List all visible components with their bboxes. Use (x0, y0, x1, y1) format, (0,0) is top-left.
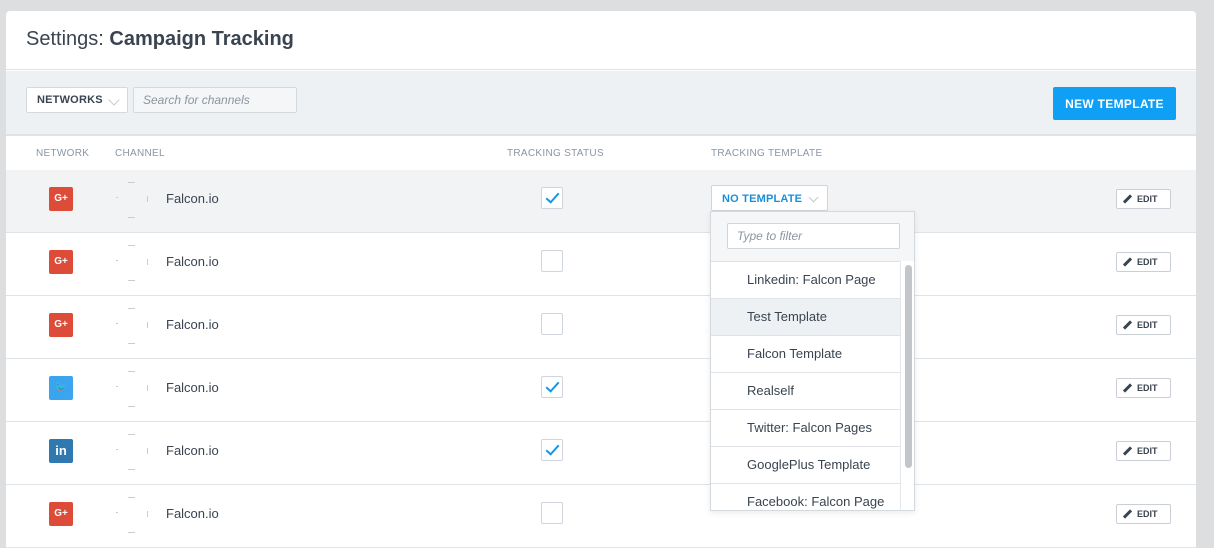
channel-avatar (116, 497, 148, 533)
tracking-status-checkbox[interactable] (541, 502, 563, 524)
google-plus-icon: G+ (49, 502, 73, 526)
channel-avatar (116, 245, 148, 281)
table-header: NETWORK CHANNEL TRACKING STATUS TRACKING… (6, 138, 1196, 170)
tracking-template-dropdown[interactable]: NO TEMPLATE (711, 185, 828, 211)
pencil-icon (1122, 320, 1133, 330)
template-option[interactable]: GooglePlus Template (711, 446, 900, 483)
template-option[interactable]: Linkedin: Falcon Page (711, 261, 900, 298)
page-title: Campaign Tracking (109, 28, 294, 50)
table-row: 🐦 Falcon.io EDIT (6, 359, 1196, 422)
channel-name: Falcon.io (166, 317, 219, 332)
channel-name: Falcon.io (166, 380, 219, 395)
channel-name: Falcon.io (166, 506, 219, 521)
edit-button-label: EDIT (1137, 446, 1158, 456)
template-option[interactable]: Test Template (711, 298, 900, 335)
table-row: G+ Falcon.io EDIT (6, 485, 1196, 548)
template-option[interactable]: Falcon Template (711, 335, 900, 372)
networks-dropdown-label: NETWORKS (37, 94, 103, 106)
google-plus-icon: G+ (49, 250, 73, 274)
channel-table: G+ Falcon.io NO TEMPLATE EDIT G+ Falcon.io EDI… (6, 170, 1196, 548)
channel-avatar (116, 308, 148, 344)
tracking-status-checkbox[interactable] (541, 376, 563, 398)
chevron-down-icon (108, 94, 120, 106)
scrollbar-thumb[interactable] (905, 265, 912, 468)
channel-name: Falcon.io (166, 191, 219, 206)
pencil-icon (1122, 509, 1133, 519)
table-row: G+ Falcon.io EDIT (6, 296, 1196, 359)
channel-name: Falcon.io (166, 443, 219, 458)
page-header: Settings: Campaign Tracking (6, 11, 1196, 70)
linkedin-icon: in (49, 439, 73, 463)
tracking-status-checkbox[interactable] (541, 250, 563, 272)
table-row: in Falcon.io EDIT (6, 422, 1196, 485)
dropdown-scrollbar[interactable] (900, 261, 914, 510)
tracking-status-checkbox[interactable] (541, 313, 563, 335)
pencil-icon (1122, 383, 1133, 393)
edit-button[interactable]: EDIT (1116, 315, 1171, 335)
channel-name: Falcon.io (166, 254, 219, 269)
edit-button-label: EDIT (1137, 257, 1158, 267)
edit-button[interactable]: EDIT (1116, 189, 1171, 209)
edit-button[interactable]: EDIT (1116, 252, 1171, 272)
table-row: G+ Falcon.io EDIT (6, 233, 1196, 296)
template-option[interactable]: Facebook: Falcon Page (711, 483, 900, 510)
template-option[interactable]: Twitter: Falcon Pages (711, 409, 900, 446)
template-option[interactable]: Realself (711, 372, 900, 409)
column-header-channel: CHANNEL (115, 148, 165, 159)
google-plus-icon: G+ (49, 313, 73, 337)
chevron-down-icon (808, 192, 819, 203)
toolbar: NETWORKS NEW TEMPLATE (6, 71, 1196, 136)
networks-dropdown[interactable]: NETWORKS (26, 87, 128, 113)
edit-button[interactable]: EDIT (1116, 441, 1171, 461)
pencil-icon (1122, 446, 1133, 456)
pencil-icon (1122, 194, 1133, 204)
channel-search-input[interactable] (133, 87, 297, 113)
template-options-list: Linkedin: Falcon Page Test Template Falcon… (711, 261, 900, 510)
page-title-prefix: Settings: (26, 28, 104, 50)
channel-avatar (116, 182, 148, 218)
twitter-icon: 🐦 (49, 376, 73, 400)
channel-avatar (116, 434, 148, 470)
google-plus-icon: G+ (49, 187, 73, 211)
edit-button[interactable]: EDIT (1116, 504, 1171, 524)
column-header-tracking-template: TRACKING TEMPLATE (711, 148, 823, 159)
edit-button[interactable]: EDIT (1116, 378, 1171, 398)
tracking-status-checkbox[interactable] (541, 439, 563, 461)
column-header-network: NETWORK (36, 148, 90, 159)
settings-panel: Settings: Campaign Tracking NETWORKS NEW… (6, 11, 1196, 548)
pencil-icon (1122, 257, 1133, 267)
template-dropdown-menu: Linkedin: Falcon PageTest TemplateFalcon… (710, 211, 915, 511)
template-filter-input[interactable] (727, 223, 900, 249)
table-row: G+ Falcon.io NO TEMPLATE EDIT (6, 170, 1196, 233)
channel-avatar (116, 371, 148, 407)
edit-button-label: EDIT (1137, 194, 1158, 204)
new-template-button[interactable]: NEW TEMPLATE (1053, 87, 1176, 120)
column-header-tracking-status: TRACKING STATUS (507, 148, 604, 159)
tracking-template-selected: NO TEMPLATE (722, 193, 803, 205)
edit-button-label: EDIT (1137, 383, 1158, 393)
edit-button-label: EDIT (1137, 320, 1158, 330)
edit-button-label: EDIT (1137, 509, 1158, 519)
tracking-status-checkbox[interactable] (541, 187, 563, 209)
